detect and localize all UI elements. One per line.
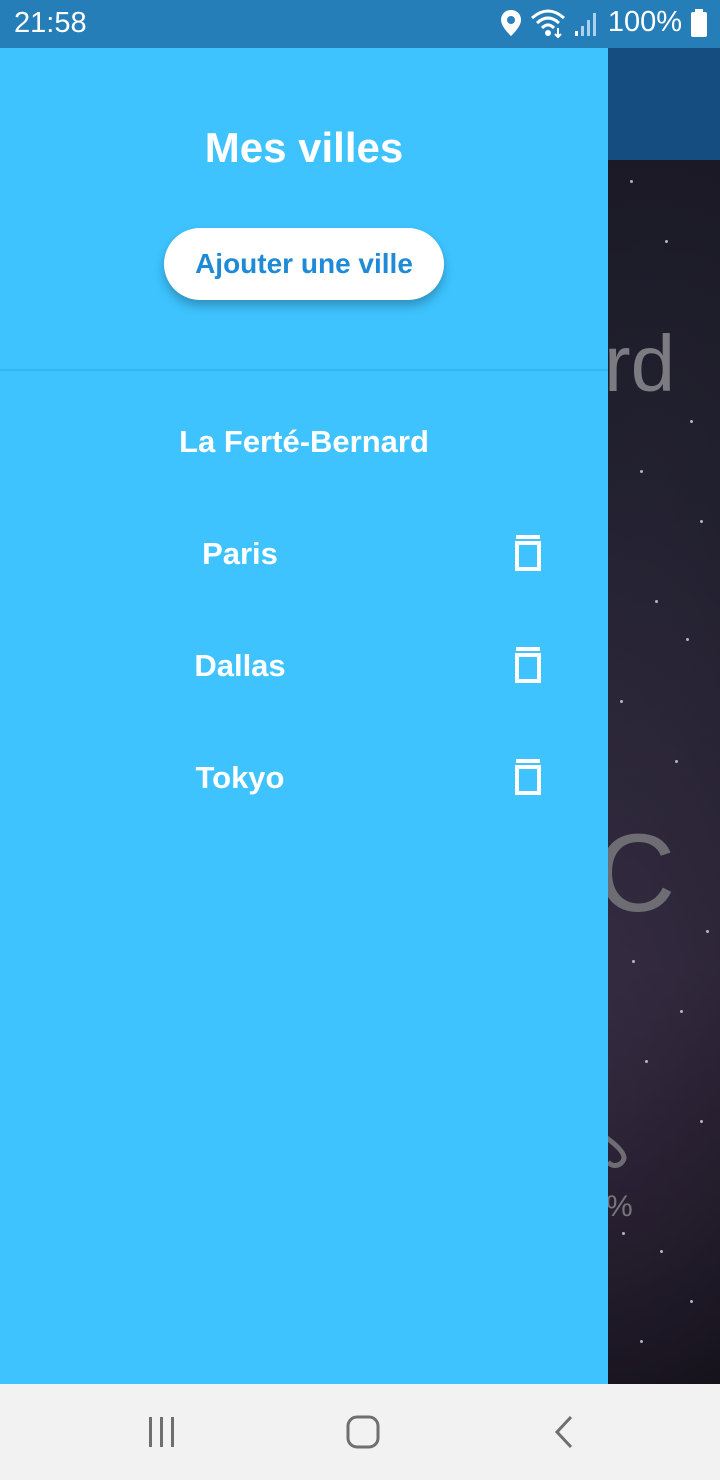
star <box>640 470 643 473</box>
star <box>690 420 693 423</box>
star <box>665 240 668 243</box>
star <box>620 700 623 703</box>
star <box>660 1250 663 1253</box>
city-row-tokyo[interactable]: Tokyo <box>0 748 608 808</box>
star <box>700 520 703 523</box>
city-name[interactable]: Paris <box>140 536 340 572</box>
star <box>622 1232 625 1235</box>
city-row-paris[interactable]: Paris <box>0 524 608 584</box>
phone-screen: rd C % 21:58 100% Mes villes Ajouter une… <box>0 0 720 1480</box>
background-humidity-fragment: % <box>606 1190 633 1223</box>
drawer-divider <box>0 369 608 371</box>
star <box>655 600 658 603</box>
star <box>675 760 678 763</box>
drawer-title: Mes villes <box>204 124 404 171</box>
home-icon[interactable] <box>341 1412 385 1452</box>
current-city-item[interactable]: La Ferté-Bernard <box>0 424 608 460</box>
recent-apps-icon[interactable] <box>140 1412 184 1452</box>
trash-icon[interactable] <box>508 532 548 572</box>
back-icon[interactable] <box>543 1412 587 1452</box>
city-name[interactable]: Tokyo <box>140 760 340 796</box>
signal-icon <box>574 12 596 36</box>
battery-icon <box>691 8 707 37</box>
star <box>630 180 633 183</box>
location-icon <box>500 9 521 36</box>
background-city-name-fragment: rd <box>604 319 676 408</box>
battery-percent: 100% <box>607 6 682 38</box>
star <box>640 1340 643 1343</box>
trash-icon[interactable] <box>508 644 548 684</box>
add-city-button[interactable]: Ajouter une ville <box>164 228 444 300</box>
wifi-icon <box>530 9 565 38</box>
city-name[interactable]: Dallas <box>140 648 340 684</box>
cities-drawer: Mes villes Ajouter une ville La Ferté-Be… <box>0 48 608 1384</box>
trash-icon[interactable] <box>508 756 548 796</box>
star <box>690 1300 693 1303</box>
status-time: 21:58 <box>14 7 87 39</box>
star <box>686 638 689 641</box>
star <box>632 960 635 963</box>
status-bar: 21:58 100% <box>0 0 720 48</box>
city-row-dallas[interactable]: Dallas <box>0 636 608 696</box>
star <box>700 1120 703 1123</box>
status-icons: 100% <box>500 6 708 39</box>
star <box>706 930 709 933</box>
star <box>680 1010 683 1013</box>
star <box>645 1060 648 1063</box>
navigation-bar <box>0 1384 720 1480</box>
